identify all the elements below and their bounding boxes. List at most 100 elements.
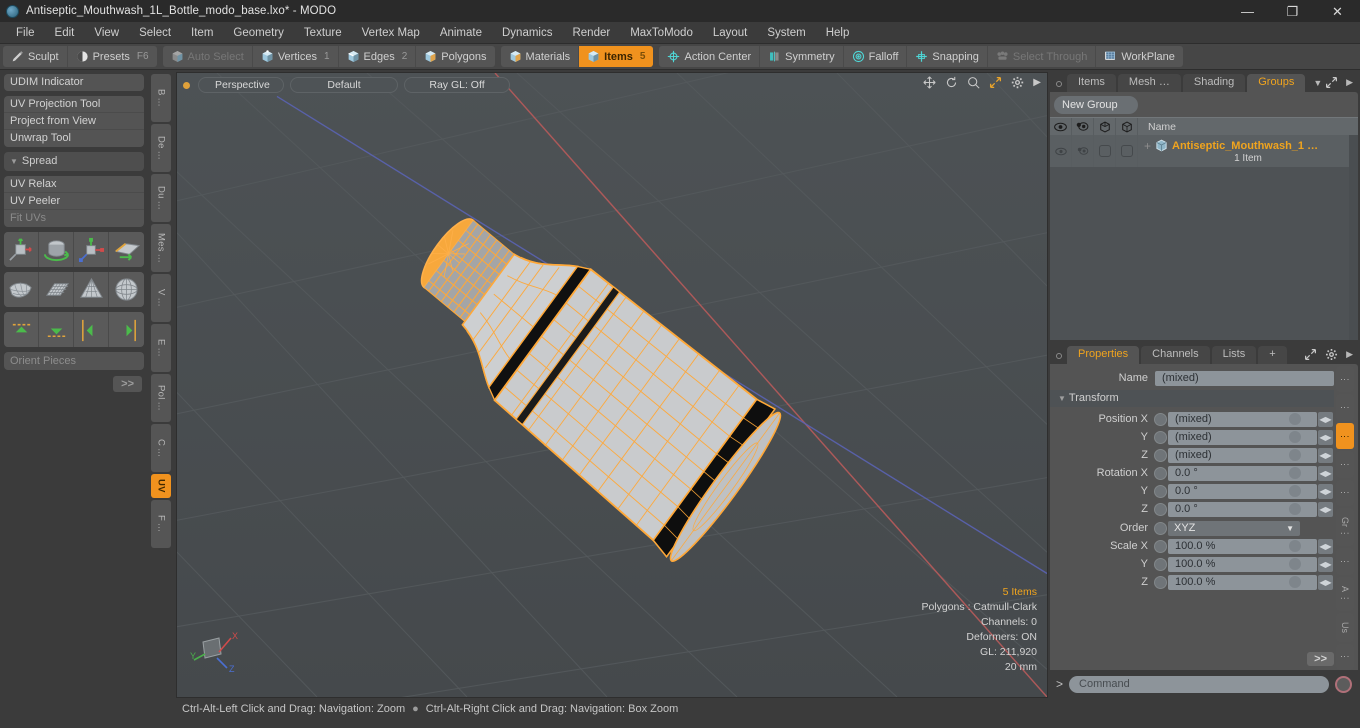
- left-more-button[interactable]: >>: [113, 376, 142, 392]
- tool-button-unwrap-mesh[interactable]: [4, 272, 39, 307]
- arrow-right-icon[interactable]: ▶: [1346, 77, 1353, 88]
- properties-side-tab-5[interactable]: Gr ⋮: [1336, 508, 1354, 547]
- table-row[interactable]: + Antiseptic_Mouthwash_1 … 1 Item: [1050, 135, 1358, 167]
- tool-item-unwrap-tool[interactable]: Unwrap Tool: [4, 130, 144, 147]
- pan-icon[interactable]: [923, 76, 936, 89]
- orient-pieces-field[interactable]: Orient Pieces: [4, 352, 144, 370]
- property-input[interactable]: (mixed) ◀▶: [1168, 429, 1333, 445]
- properties-side-tab-0[interactable]: ⋮: [1336, 366, 1354, 393]
- vertical-tab-4[interactable]: V ...: [151, 274, 171, 322]
- vertical-tab-7[interactable]: C ...: [151, 424, 171, 472]
- tool-button-flip-plane[interactable]: [109, 232, 144, 267]
- tool-button-arrow-up[interactable]: [4, 312, 39, 347]
- property-knob[interactable]: [1289, 502, 1301, 515]
- property-knob[interactable]: [1289, 448, 1301, 461]
- menu-item-render[interactable]: Render: [562, 24, 620, 42]
- tab--[interactable]: +: [1258, 346, 1287, 364]
- property-knob[interactable]: [1289, 430, 1301, 443]
- expander-icon[interactable]: +: [1144, 139, 1151, 153]
- property-stepper[interactable]: ◀▶: [1318, 538, 1333, 554]
- property-input[interactable]: 100.0 % ◀▶: [1168, 574, 1333, 590]
- tool-item-uv-projection-tool[interactable]: UV Projection Tool: [4, 96, 144, 113]
- vertical-tab-0[interactable]: B ...: [151, 74, 171, 122]
- menu-item-file[interactable]: File: [6, 24, 45, 42]
- gear-icon[interactable]: [1011, 76, 1024, 89]
- row-wireframe-toggle[interactable]: [1094, 135, 1116, 167]
- properties-side-tab-9[interactable]: ⋮: [1336, 643, 1354, 670]
- minimize-button[interactable]: —: [1225, 0, 1270, 22]
- tool-button-arrow-right[interactable]: [109, 312, 144, 347]
- tool-button-rotate-cylinder[interactable]: [39, 232, 74, 267]
- record-icon[interactable]: [1335, 675, 1352, 693]
- property-input[interactable]: 0.0 ° ◀▶: [1168, 501, 1333, 517]
- property-input[interactable]: 100.0 % ◀▶: [1168, 556, 1333, 572]
- property-channel-toggle[interactable]: [1154, 539, 1167, 553]
- mode-button-workplane[interactable]: WorkPlane: [1096, 46, 1183, 67]
- menu-item-maxtomodo[interactable]: MaxToModo: [620, 24, 703, 42]
- expand-icon[interactable]: [1304, 348, 1317, 361]
- viewport-camera-pill[interactable]: Perspective: [198, 77, 284, 93]
- spread-section-header[interactable]: ▼ Spread: [4, 152, 144, 171]
- mode-button-snapping[interactable]: Snapping: [907, 46, 988, 67]
- arrow-right-icon[interactable]: ▶: [1346, 349, 1353, 360]
- property-knob[interactable]: [1289, 484, 1301, 497]
- tab-items[interactable]: Items: [1067, 74, 1116, 92]
- menu-item-system[interactable]: System: [757, 24, 815, 42]
- property-knob[interactable]: [1289, 412, 1301, 425]
- expand-icon[interactable]: [1325, 76, 1338, 89]
- 3d-viewport[interactable]: Perspective Default Ray GL: Off ▶ 5 Item…: [176, 72, 1048, 698]
- tool-button-grid-plane[interactable]: [39, 272, 74, 307]
- transform-section-header[interactable]: ▼ Transform: [1050, 390, 1334, 407]
- menu-item-vertex-map[interactable]: Vertex Map: [352, 24, 430, 42]
- row-render-toggle[interactable]: [1072, 135, 1094, 167]
- property-stepper[interactable]: ◀▶: [1318, 483, 1333, 499]
- menu-item-texture[interactable]: Texture: [294, 24, 352, 42]
- vertical-tab-3[interactable]: Mes ...: [151, 224, 171, 272]
- gear-icon[interactable]: [1325, 348, 1338, 361]
- property-channel-toggle[interactable]: [1154, 430, 1167, 444]
- menu-item-item[interactable]: Item: [181, 24, 223, 42]
- tool-button-cone-unwrap[interactable]: [74, 272, 109, 307]
- mode-button-vertices[interactable]: Vertices 1: [253, 46, 339, 67]
- properties-side-tab-7[interactable]: A ⋮: [1336, 576, 1354, 612]
- mode-button-sculpt[interactable]: Sculpt: [3, 46, 68, 67]
- tool-button-sphere-grid[interactable]: [109, 272, 144, 307]
- property-input[interactable]: (mixed) ◀▶: [1168, 411, 1333, 427]
- property-channel-toggle[interactable]: [1154, 521, 1167, 535]
- tab-properties[interactable]: Properties: [1067, 346, 1140, 364]
- mode-button-action-center[interactable]: Action Center: [659, 46, 761, 67]
- viewport-raygl-pill[interactable]: Ray GL: Off: [404, 77, 510, 93]
- chevron-down-icon[interactable]: ▼: [1313, 78, 1322, 88]
- property-knob[interactable]: [1289, 539, 1301, 552]
- tool-button-scale-axis[interactable]: [74, 232, 109, 267]
- mode-button-polygons[interactable]: Polygons: [416, 46, 494, 67]
- property-input[interactable]: 100.0 % ◀▶: [1168, 538, 1333, 554]
- property-channel-toggle[interactable]: [1154, 466, 1167, 480]
- mode-button-symmetry[interactable]: Symmetry: [760, 46, 844, 67]
- mode-button-items[interactable]: Items 5: [579, 46, 654, 67]
- mode-button-presets[interactable]: Presets F6: [68, 46, 157, 67]
- property-channel-toggle[interactable]: [1154, 502, 1167, 516]
- property-input[interactable]: 0.0 ° ◀▶: [1168, 465, 1333, 481]
- maximize-button[interactable]: ❐: [1270, 0, 1315, 22]
- viewport-style-pill[interactable]: Default: [290, 77, 398, 93]
- property-knob[interactable]: [1289, 575, 1301, 588]
- property-stepper[interactable]: ◀▶: [1318, 556, 1333, 572]
- groups-list-area[interactable]: + Antiseptic_Mouthwash_1 … 1 Item: [1050, 135, 1358, 340]
- new-group-button[interactable]: New Group: [1054, 96, 1138, 114]
- menu-item-layout[interactable]: Layout: [703, 24, 758, 42]
- fit-icon[interactable]: [989, 76, 1002, 89]
- tool-button-arrow-left[interactable]: [74, 312, 109, 347]
- property-knob[interactable]: [1289, 466, 1301, 479]
- menu-item-help[interactable]: Help: [816, 24, 860, 42]
- tool-button-move-axis[interactable]: [4, 232, 39, 267]
- property-stepper[interactable]: ◀▶: [1318, 465, 1333, 481]
- property-channel-toggle[interactable]: [1154, 484, 1167, 498]
- mode-button-edges[interactable]: Edges 2: [339, 46, 417, 67]
- tab-channels[interactable]: Channels: [1141, 346, 1210, 364]
- tool-item-udim-indicator[interactable]: UDIM Indicator: [4, 74, 144, 91]
- tab-groups[interactable]: Groups: [1247, 74, 1306, 92]
- name-field[interactable]: (mixed): [1155, 370, 1334, 386]
- panel-menu-icon[interactable]: [1056, 81, 1062, 87]
- mode-button-falloff[interactable]: Falloff: [844, 46, 908, 67]
